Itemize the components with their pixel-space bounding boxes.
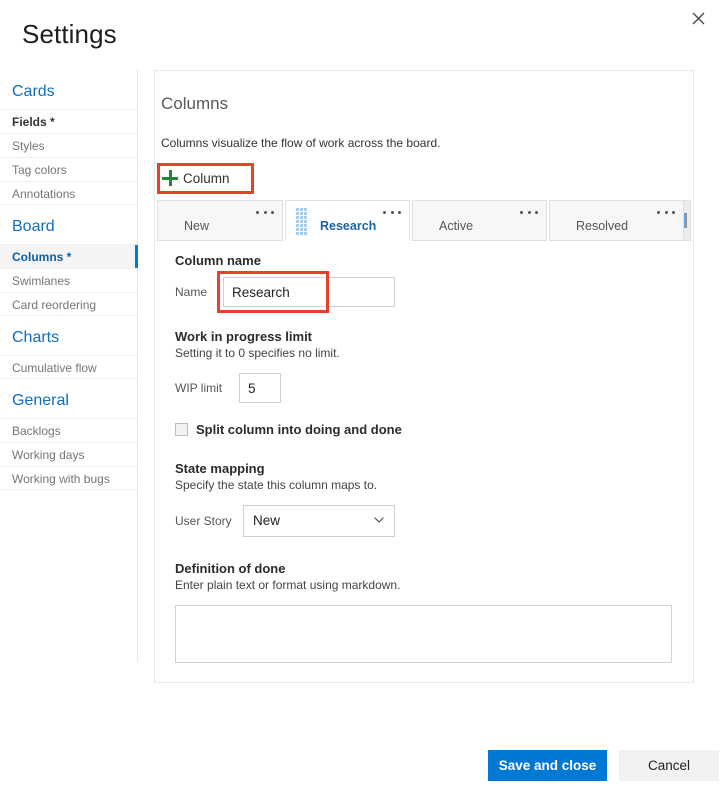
sidebar-item-working-days[interactable]: Working days [0,442,137,466]
sidebar-group-title: Board [12,218,55,235]
sidebar-item-columns[interactable]: Columns * [0,244,138,268]
column-tab-active[interactable]: Active [412,200,547,241]
column-form: Column name Name Work in progress limit … [175,253,679,668]
sidebar-item-tag-colors[interactable]: Tag colors [0,157,137,181]
dialog-footer: Save and close Cancel [0,730,725,794]
wip-limit-input[interactable] [239,373,281,403]
columns-panel: Columns Columns visualize the flow of wo… [154,70,694,683]
add-column-button[interactable]: Column [162,167,230,189]
add-column-area: Column [157,163,254,194]
definition-of-done-textarea[interactable] [175,605,672,663]
panel-heading: Columns [161,94,229,113]
sidebar-item-cumulative-flow[interactable]: Cumulative flow [0,355,137,379]
split-column-label[interactable]: Split column into doing and done [196,422,402,437]
sidebar-item-annotations[interactable]: Annotations [0,181,137,205]
column-name-title: Column name [175,253,261,268]
split-column-checkbox[interactable] [175,423,188,436]
user-story-state-select[interactable]: NewActiveResolvedClosed [243,505,395,537]
drag-grip-icon[interactable] [296,208,307,236]
cancel-button[interactable]: Cancel [619,750,719,781]
wip-label: WIP limit [175,381,223,395]
state-mapping-title: State mapping [175,461,265,476]
sidebar-item-swimlanes[interactable]: Swimlanes [0,268,137,292]
sidebar-group-title: Cards [12,83,55,100]
panel-description: Columns visualize the flow of work acros… [161,136,441,150]
column-tab-label: Research [320,219,377,233]
wip-title: Work in progress limit [175,329,313,344]
column-tabs: New Research Active Resolved [157,200,691,241]
plus-icon [162,170,178,186]
sidebar-group-title: Charts [12,329,60,346]
sidebar-item-styles[interactable]: Styles [0,133,137,157]
column-tab-label: New [184,219,210,233]
column-tab-new[interactable]: New [157,200,283,241]
sidebar-item-fields[interactable]: Fields * [0,109,137,133]
save-and-close-button[interactable]: Save and close [488,750,607,781]
settings-dialog: Settings Cards Fields * Styles Tag colors An… [0,0,725,794]
sidebar-item-backlogs[interactable]: Backlogs [0,418,137,442]
column-tab-label: Active [439,219,474,233]
page-title: Settings [22,19,117,49]
ellipsis-icon[interactable] [520,206,538,218]
close-icon[interactable] [683,4,713,32]
column-tab-label: Resolved [576,219,629,233]
column-tab-research[interactable]: Research [285,200,410,241]
settings-sidebar: Cards Fields * Styles Tag colors Annotations… [0,70,138,662]
definition-of-done-title: Definition of done [175,561,286,576]
sidebar-item-working-with-bugs[interactable]: Working with bugs [0,466,137,490]
column-name-input[interactable] [223,277,395,307]
ellipsis-icon[interactable] [256,206,274,218]
sidebar-item-card-reordering[interactable]: Card reordering [0,292,137,316]
column-tab-resolved[interactable]: Resolved [549,200,684,241]
add-column-label: Column [183,170,230,186]
state-mapping-subtitle: Specify the state this column maps to. [175,478,378,492]
user-story-label: User Story [175,514,232,528]
sidebar-group-title: General [12,392,69,409]
definition-of-done-subtitle: Enter plain text or format using markdow… [175,578,401,592]
wip-subtitle: Setting it to 0 specifies no limit. [175,346,340,360]
ellipsis-icon[interactable] [383,206,401,218]
ellipsis-icon[interactable] [657,206,675,218]
name-label: Name [175,285,208,299]
